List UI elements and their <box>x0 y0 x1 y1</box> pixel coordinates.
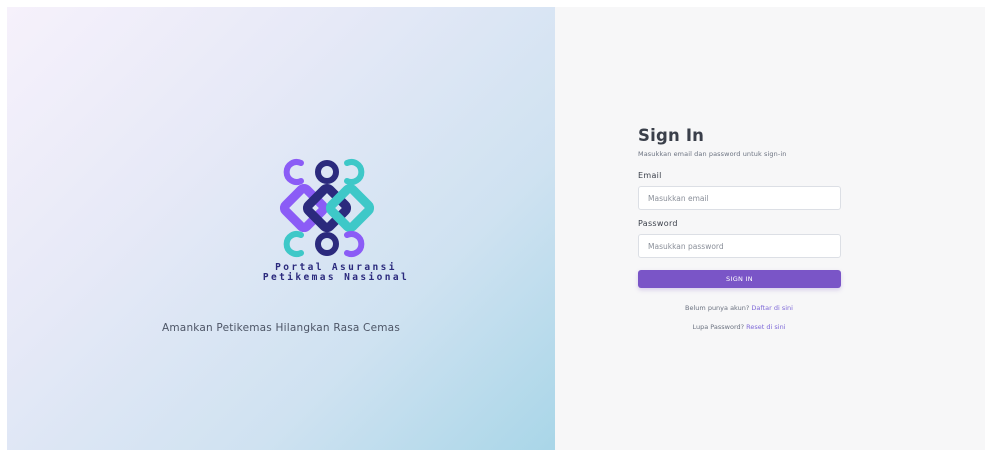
email-field[interactable] <box>638 186 841 210</box>
tagline: Amankan Petikemas Hilangkan Rasa Cemas <box>162 322 400 334</box>
forgot-prompt-text: Lupa Password? <box>692 323 745 331</box>
password-label: Password <box>638 219 678 228</box>
login-page: Portal Asuransi Petikemas Nasional Amank… <box>7 7 985 450</box>
forgot-password-prompt: Lupa Password? Reset di sini <box>614 323 864 331</box>
reset-password-link[interactable]: Reset di sini <box>746 323 785 331</box>
signin-subtitle: Masukkan email dan password untuk sign-i… <box>638 150 787 158</box>
register-prompt-text: Belum punya akun? <box>685 304 750 312</box>
chain-bottom-row <box>283 231 365 257</box>
email-label: Email <box>638 171 662 180</box>
sign-in-button[interactable]: SIGN IN <box>638 270 841 288</box>
chain-top-row <box>283 159 365 185</box>
brand-panel: Portal Asuransi Petikemas Nasional Amank… <box>7 7 555 450</box>
signin-panel: Sign In Masukkan email dan password untu… <box>555 7 985 450</box>
signin-title: Sign In <box>638 126 705 145</box>
register-prompt: Belum punya akun? Daftar di sini <box>614 304 864 312</box>
password-field[interactable] <box>638 234 841 258</box>
register-link[interactable]: Daftar di sini <box>751 304 793 312</box>
signin-form: Sign In Masukkan email dan password untu… <box>638 125 841 288</box>
chain-middle <box>279 183 375 233</box>
